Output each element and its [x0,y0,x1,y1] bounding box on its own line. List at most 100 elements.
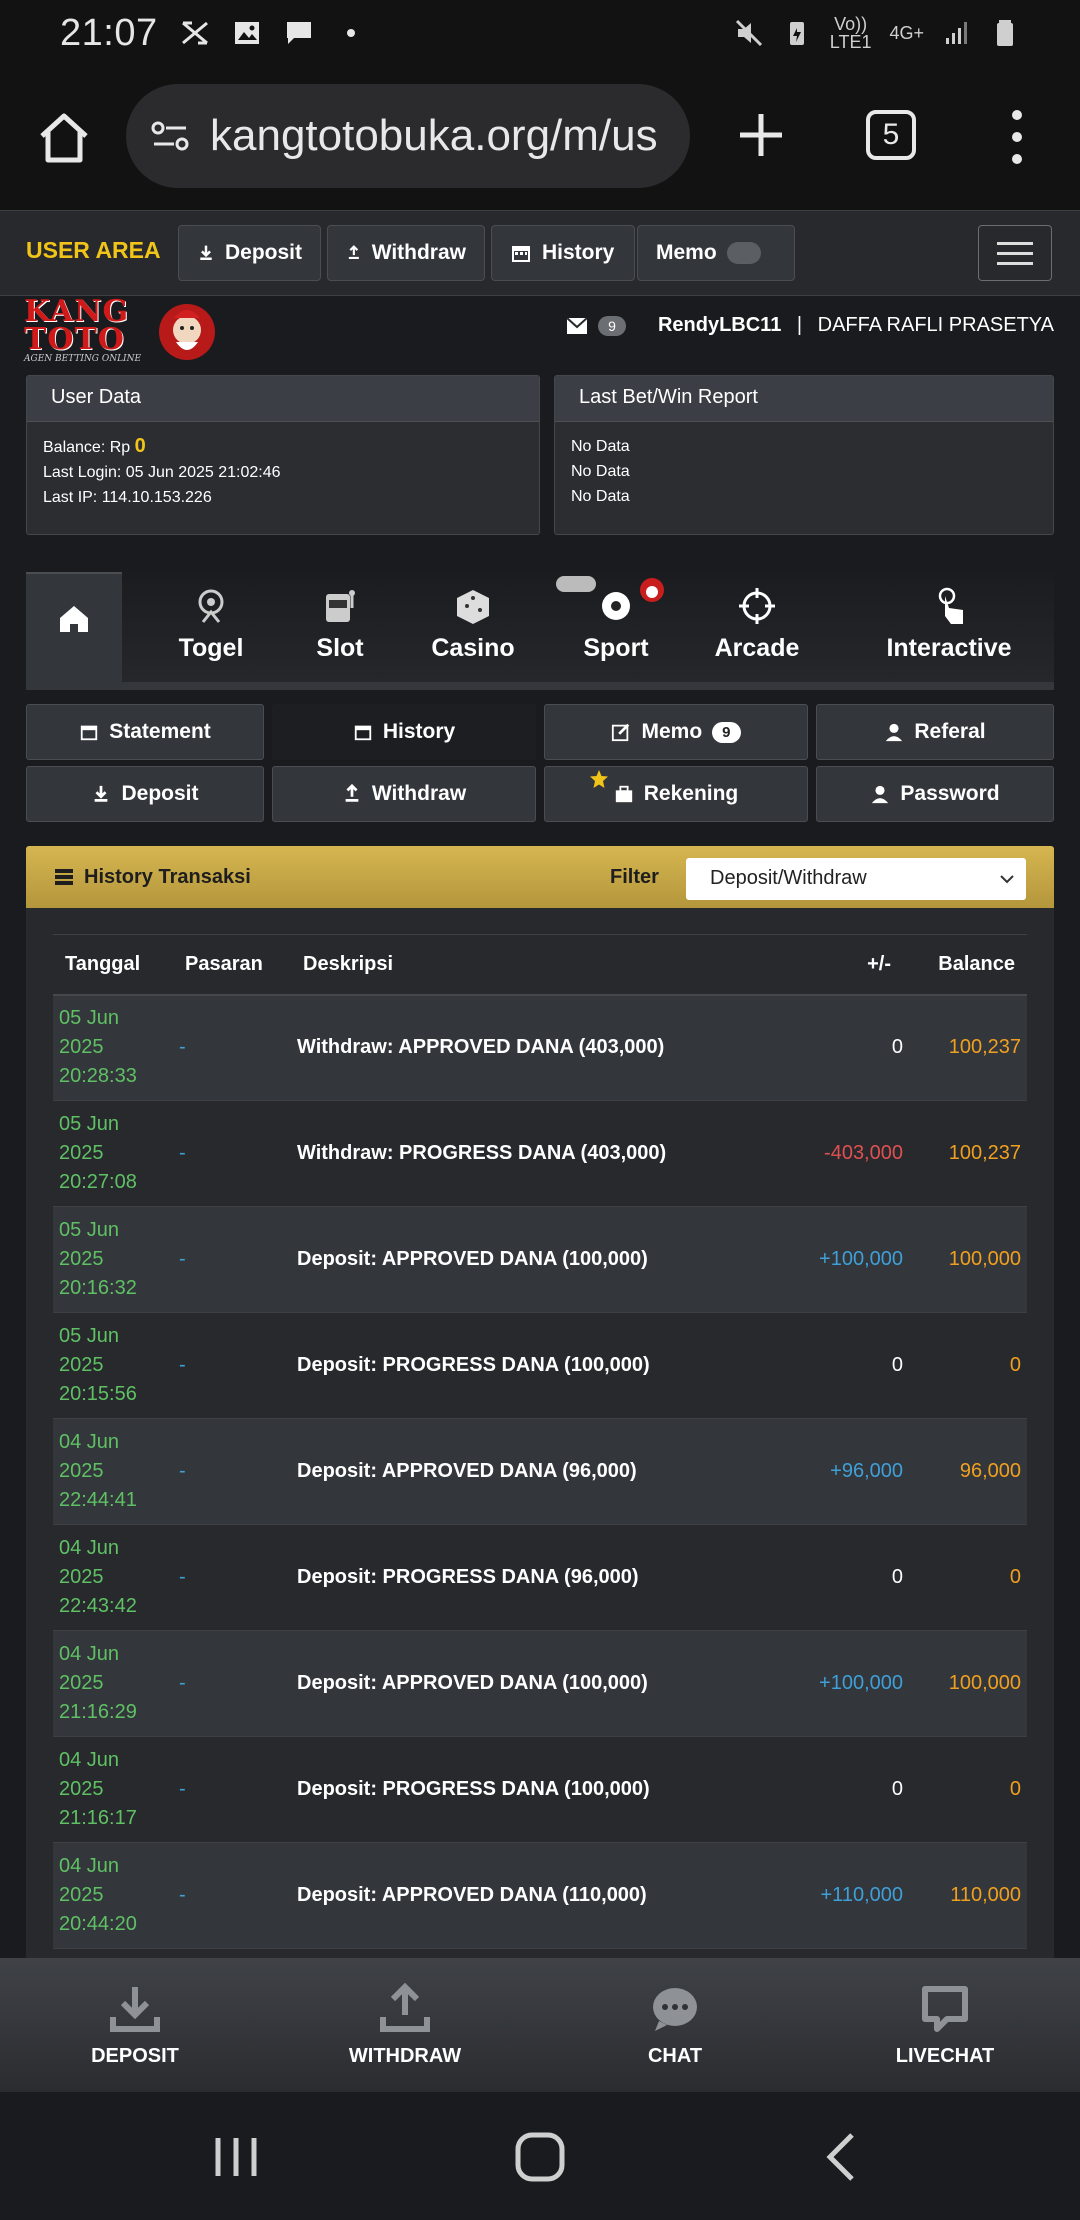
last-bet-report-title: Last Bet/Win Report [555,376,1053,422]
referal-button[interactable]: Referal [816,704,1054,760]
nav-deposit-button[interactable]: Deposit [178,225,321,281]
col-pasaran: Pasaran [173,934,291,996]
row-balance: 100,237 [909,1100,1027,1207]
bottom-chat-button[interactable]: CHAT [540,1958,810,2092]
rekening-button[interactable]: Rekening [544,766,808,822]
user-info-line: 9 RendyLBC11 | DAFFA RAFLI PRASETYA [566,314,1054,337]
home-tab-icon [60,606,88,632]
filter-select[interactable]: Deposit/Withdraw [686,858,1026,900]
row-date: 05 Jun 2025 20:27:08 [53,1100,173,1207]
name-separator: | [791,314,808,336]
dice-icon [457,590,489,624]
tab-interactive[interactable]: Interactive [874,572,1024,690]
user-data-title: User Data [27,376,539,422]
list-icon [55,869,73,885]
more-options-icon[interactable] [1000,110,1034,164]
bottom-deposit-button[interactable]: DEPOSIT [0,1958,270,2092]
site-settings-icon[interactable] [150,116,190,156]
user-area-label: USER AREA [26,237,161,263]
briefcase-icon [615,785,632,803]
tab-slot[interactable]: Slot [290,572,390,690]
game-category-tabs: Togel Slot Casino Sport Arcade Interacti… [26,572,1054,690]
kangtoto-logo[interactable]: KANG TOTO AGEN BETTING ONLINE [24,297,234,372]
back-nav-icon[interactable] [816,2130,872,2184]
row-description: Withdraw: PROGRESS DANA (403,000) [291,1100,779,1207]
recent-apps-icon[interactable] [208,2130,264,2184]
balance-line: Balance: Rp 0 [43,435,146,457]
menu-hamburger-icon[interactable] [978,225,1052,281]
row-date: 04 Jun 2025 20:44:20 [53,1842,173,1949]
row-balance: 0 [909,1736,1027,1843]
row-pasaran: - [173,1418,291,1525]
home-nav-icon[interactable] [512,2130,568,2184]
table-row: 05 Jun 2025 20:15:56- Deposit: PROGRESS DAN… [53,1312,1027,1419]
livechat-icon [922,1985,968,2032]
bottom-withdraw-button[interactable]: WITHDRAW [270,1958,540,2092]
history-button[interactable]: History [272,704,536,760]
status-bar: 21:07 Vo)) LTE1 4G+ [0,0,1080,66]
mute-icon [735,19,762,47]
full-name: DAFFA RAFLI PRASETYA [817,314,1054,336]
row-pasaran: - [173,994,291,1101]
table-row: 04 Jun 2025 22:44:41- Deposit: APPROVED DAN… [53,1418,1027,1525]
row-amount: 0 [779,1312,909,1419]
row-amount: -403,000 [779,1100,909,1207]
table-row: 04 Jun 2025 21:16:17- Deposit: PROGRESS DAN… [53,1736,1027,1843]
nav-withdraw-button[interactable]: Withdraw [327,225,485,281]
tab-togel[interactable]: Togel [156,572,266,690]
balance-value: 0 [134,435,146,457]
withdraw-icon [345,784,359,802]
memo-button[interactable]: Memo 9 [544,704,808,760]
history-panel-body: Tanggal Pasaran Deskripsi +/- Balance 05… [26,908,1054,1958]
message-icon [286,22,311,44]
status-time: 21:07 [60,11,158,54]
nav-history-button[interactable]: History [491,225,635,281]
table-row: 05 Jun 2025 20:16:32- Deposit: APPROVED DAN… [53,1206,1027,1313]
row-pasaran: - [173,1100,291,1207]
lottery-icon [198,589,224,623]
tab-home[interactable] [26,572,122,690]
memo-count-badge: 9 [712,721,741,743]
withdraw-button[interactable]: Withdraw [272,766,536,822]
row-balance: 100,237 [909,994,1027,1101]
history-title: History Transaksi [54,866,251,889]
last-ip: Last IP: 114.10.153.226 [43,489,212,506]
calendar-icon [512,246,530,262]
last-login: Last Login: 05 Jun 2025 21:02:46 [43,464,281,481]
username: RendyLBC11 [657,314,782,336]
address-bar[interactable]: kangtotobuka.org/m/us [126,84,690,188]
chevron-down-icon [1000,875,1014,884]
deposit-icon [95,785,108,802]
table-row: 05 Jun 2025 20:28:33- Withdraw: APPROVED DA… [53,994,1027,1101]
mail-icon[interactable] [566,316,588,335]
tab-switcher-button[interactable]: 5 [866,110,916,160]
row-balance: 0 [909,1524,1027,1631]
calendar-icon [81,725,98,741]
row-balance: 110,000 [909,1842,1027,1949]
password-button[interactable]: Password [816,766,1054,822]
tab-arcade[interactable]: Arcade [702,572,812,690]
row-description: Withdraw: APPROVED DANA (403,000) [291,994,779,1101]
statement-button[interactable]: Statement [26,704,264,760]
withdraw-icon [348,245,359,260]
row-balance: 96,000 [909,1418,1027,1525]
new-tab-icon[interactable] [736,110,786,160]
volte-indicator: Vo)) LTE1 [829,14,872,52]
row-pasaran: - [173,1736,291,1843]
row-date: 04 Jun 2025 22:43:42 [53,1524,173,1631]
table-header-row: Tanggal Pasaran Deskripsi +/- Balance [53,934,1027,996]
report-line: No Data [571,488,630,505]
tab-sport[interactable]: Sport [556,572,676,690]
url-text[interactable]: kangtotobuka.org/m/us [210,111,658,161]
nav-memo-button[interactable]: Memo [637,225,795,281]
row-date: 05 Jun 2025 20:16:32 [53,1206,173,1313]
tab-casino[interactable]: Casino [418,572,528,690]
memo-badge [726,242,761,264]
bottom-livechat-button[interactable]: LIVECHAT [810,1958,1080,2092]
row-description: Deposit: PROGRESS DANA (96,000) [291,1524,779,1631]
deposit-button[interactable]: Deposit [26,766,264,822]
home-icon[interactable] [36,110,92,166]
battery-icon [997,20,1013,46]
row-description: Deposit: APPROVED DANA (100,000) [291,1630,779,1737]
download-icon [110,1986,160,2032]
